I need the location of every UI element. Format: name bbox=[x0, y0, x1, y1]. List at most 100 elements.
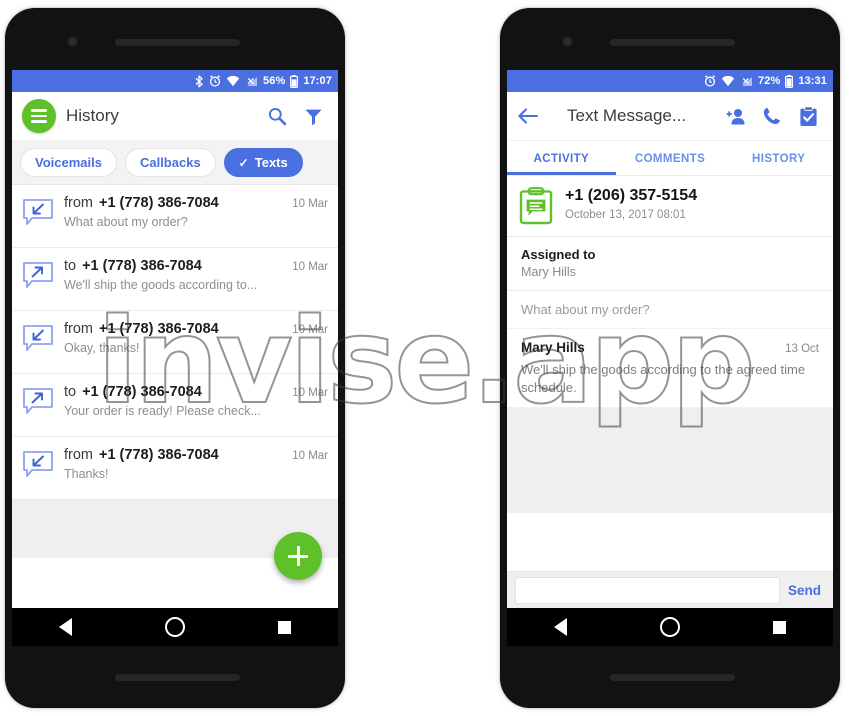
message-input[interactable] bbox=[515, 576, 780, 604]
recents-square-icon[interactable] bbox=[773, 620, 787, 634]
wifi-icon bbox=[226, 75, 240, 87]
send-button[interactable]: Send bbox=[788, 583, 825, 598]
outgoing-message-icon bbox=[22, 261, 54, 291]
search-icon[interactable] bbox=[266, 105, 288, 127]
bluetooth-icon bbox=[195, 74, 204, 88]
message-number: +1 (778) 386-7084 bbox=[99, 195, 219, 211]
recents-square-icon[interactable] bbox=[278, 620, 292, 634]
plus-icon bbox=[288, 546, 308, 566]
clipboard-check-icon[interactable] bbox=[797, 105, 819, 127]
incoming-message-icon bbox=[22, 324, 54, 354]
app-bar-left: History bbox=[12, 92, 338, 141]
list-item-header: from +1 (778) 386-7084 10 Mar bbox=[64, 447, 328, 463]
tab-history[interactable]: HISTORY bbox=[724, 141, 833, 175]
back-arrow-icon[interactable] bbox=[517, 105, 539, 127]
battery-percent-left: 56% bbox=[263, 75, 286, 87]
chip-texts-label: Texts bbox=[254, 155, 288, 170]
list-item-body: from +1 (778) 386-7084 10 Mar Thanks! bbox=[64, 447, 328, 481]
clock-left: 17:07 bbox=[303, 75, 332, 87]
android-nav-bar-right bbox=[507, 608, 833, 646]
phone-top-bezel bbox=[5, 8, 345, 70]
battery-percent-right: 72% bbox=[758, 75, 781, 87]
conversation-detail-text: +1 (206) 357-5154 October 13, 2017 08:01 bbox=[565, 187, 697, 221]
chip-texts[interactable]: ✓ Texts bbox=[223, 148, 303, 177]
app-bar-actions-left bbox=[266, 105, 328, 127]
thread-empty-area bbox=[507, 408, 833, 514]
message-direction: from bbox=[64, 447, 93, 463]
chip-callbacks[interactable]: Callbacks bbox=[124, 148, 216, 177]
chip-voicemails[interactable]: Voicemails bbox=[20, 148, 117, 177]
contact-timestamp: October 13, 2017 08:01 bbox=[565, 209, 686, 221]
contact-number: +1 (206) 357-5154 bbox=[565, 187, 698, 204]
hamburger-menu-icon[interactable] bbox=[22, 99, 56, 133]
message-date: 10 Mar bbox=[292, 198, 328, 210]
list-item-body: from +1 (778) 386-7084 10 Mar Okay, than… bbox=[64, 321, 328, 355]
battery-icon bbox=[785, 74, 794, 88]
status-bar-right: 72% 13:31 bbox=[507, 70, 833, 92]
clipboard-message-icon bbox=[519, 187, 553, 225]
wifi-icon bbox=[721, 75, 735, 87]
clock-right: 13:31 bbox=[798, 75, 827, 87]
add-person-icon[interactable] bbox=[725, 105, 747, 127]
thread-message-incoming: What about my order? bbox=[507, 291, 833, 329]
message-preview: What about my order? bbox=[64, 215, 188, 229]
home-circle-icon[interactable] bbox=[659, 617, 680, 637]
cell-signal-icon bbox=[740, 76, 753, 87]
screen-right: 72% 13:31 Text Message... ACTIVITY COMME… bbox=[507, 70, 833, 646]
phone-top-bezel bbox=[500, 8, 840, 70]
incoming-message-icon bbox=[22, 450, 54, 480]
message-preview: Okay, thanks! bbox=[64, 341, 140, 355]
back-triangle-icon[interactable] bbox=[553, 618, 567, 636]
message-date: 10 Mar bbox=[292, 450, 328, 462]
earpiece-speaker bbox=[610, 39, 735, 46]
thread-message-outgoing: Mary Hills 13 Oct We'll ship the goods a… bbox=[507, 329, 833, 409]
list-item-header: to +1 (778) 386-7084 10 Mar bbox=[64, 384, 328, 400]
check-icon: ✓ bbox=[238, 155, 249, 170]
tab-activity[interactable]: ACTIVITY bbox=[507, 141, 616, 175]
tab-comments-label: COMMENTS bbox=[634, 153, 706, 165]
thread-text: We'll ship the goods according to the ag… bbox=[521, 362, 806, 395]
status-bar-left: 56% 17:07 bbox=[12, 70, 338, 92]
message-number: +1 (778) 386-7084 bbox=[99, 447, 219, 463]
list-item-body: to +1 (778) 386-7084 10 Mar Your order i… bbox=[64, 384, 328, 418]
tab-bar: ACTIVITY COMMENTS HISTORY bbox=[507, 141, 833, 176]
android-nav-bar-left bbox=[12, 608, 338, 646]
assigned-to-section[interactable]: Assigned to Mary Hills bbox=[507, 237, 833, 291]
new-message-fab[interactable] bbox=[274, 532, 322, 580]
front-camera-icon bbox=[562, 36, 573, 47]
thread-message-header: Mary Hills 13 Oct bbox=[521, 340, 819, 355]
battery-icon bbox=[290, 74, 299, 88]
alarm-icon bbox=[704, 75, 716, 87]
list-item[interactable]: to +1 (778) 386-7084 10 Mar Your order i… bbox=[12, 374, 338, 437]
thread-date: 13 Oct bbox=[785, 343, 819, 355]
message-composer: Send bbox=[507, 571, 833, 608]
list-item[interactable]: from +1 (778) 386-7084 10 Mar Okay, than… bbox=[12, 311, 338, 374]
tab-history-label: HISTORY bbox=[752, 153, 806, 165]
phone-call-icon[interactable] bbox=[761, 105, 783, 127]
list-item-body: to +1 (778) 386-7084 10 Mar We'll ship t… bbox=[64, 258, 328, 292]
thread-author: Mary Hills bbox=[521, 340, 585, 355]
message-direction: from bbox=[64, 321, 93, 337]
filter-funnel-icon[interactable] bbox=[302, 105, 324, 127]
assigned-to-value: Mary Hills bbox=[521, 265, 576, 279]
home-circle-icon[interactable] bbox=[164, 617, 185, 637]
message-direction: to bbox=[64, 384, 77, 400]
app-bar-right: Text Message... bbox=[507, 92, 833, 141]
back-triangle-icon[interactable] bbox=[58, 618, 72, 636]
list-item[interactable]: from +1 (778) 386-7084 10 Mar Thanks! bbox=[12, 437, 338, 500]
page-title: History bbox=[66, 106, 119, 125]
cell-signal-icon bbox=[245, 76, 258, 87]
list-item[interactable]: from +1 (778) 386-7084 10 Mar What about… bbox=[12, 185, 338, 248]
message-number: +1 (778) 386-7084 bbox=[82, 384, 202, 400]
chip-voicemails-label: Voicemails bbox=[35, 155, 102, 170]
tab-comments[interactable]: COMMENTS bbox=[616, 141, 725, 175]
message-list: from +1 (778) 386-7084 10 Mar What about… bbox=[12, 185, 338, 558]
message-date: 10 Mar bbox=[292, 387, 328, 399]
app-bar-actions-right bbox=[725, 105, 823, 127]
list-item[interactable]: to +1 (778) 386-7084 10 Mar We'll ship t… bbox=[12, 248, 338, 311]
message-preview: Your order is ready! Please check... bbox=[64, 404, 261, 418]
phone-device-right: 72% 13:31 Text Message... ACTIVITY COMME… bbox=[500, 8, 840, 708]
front-camera-icon bbox=[67, 36, 78, 47]
alarm-icon bbox=[209, 75, 221, 87]
message-preview: We'll ship the goods according to... bbox=[64, 278, 258, 292]
